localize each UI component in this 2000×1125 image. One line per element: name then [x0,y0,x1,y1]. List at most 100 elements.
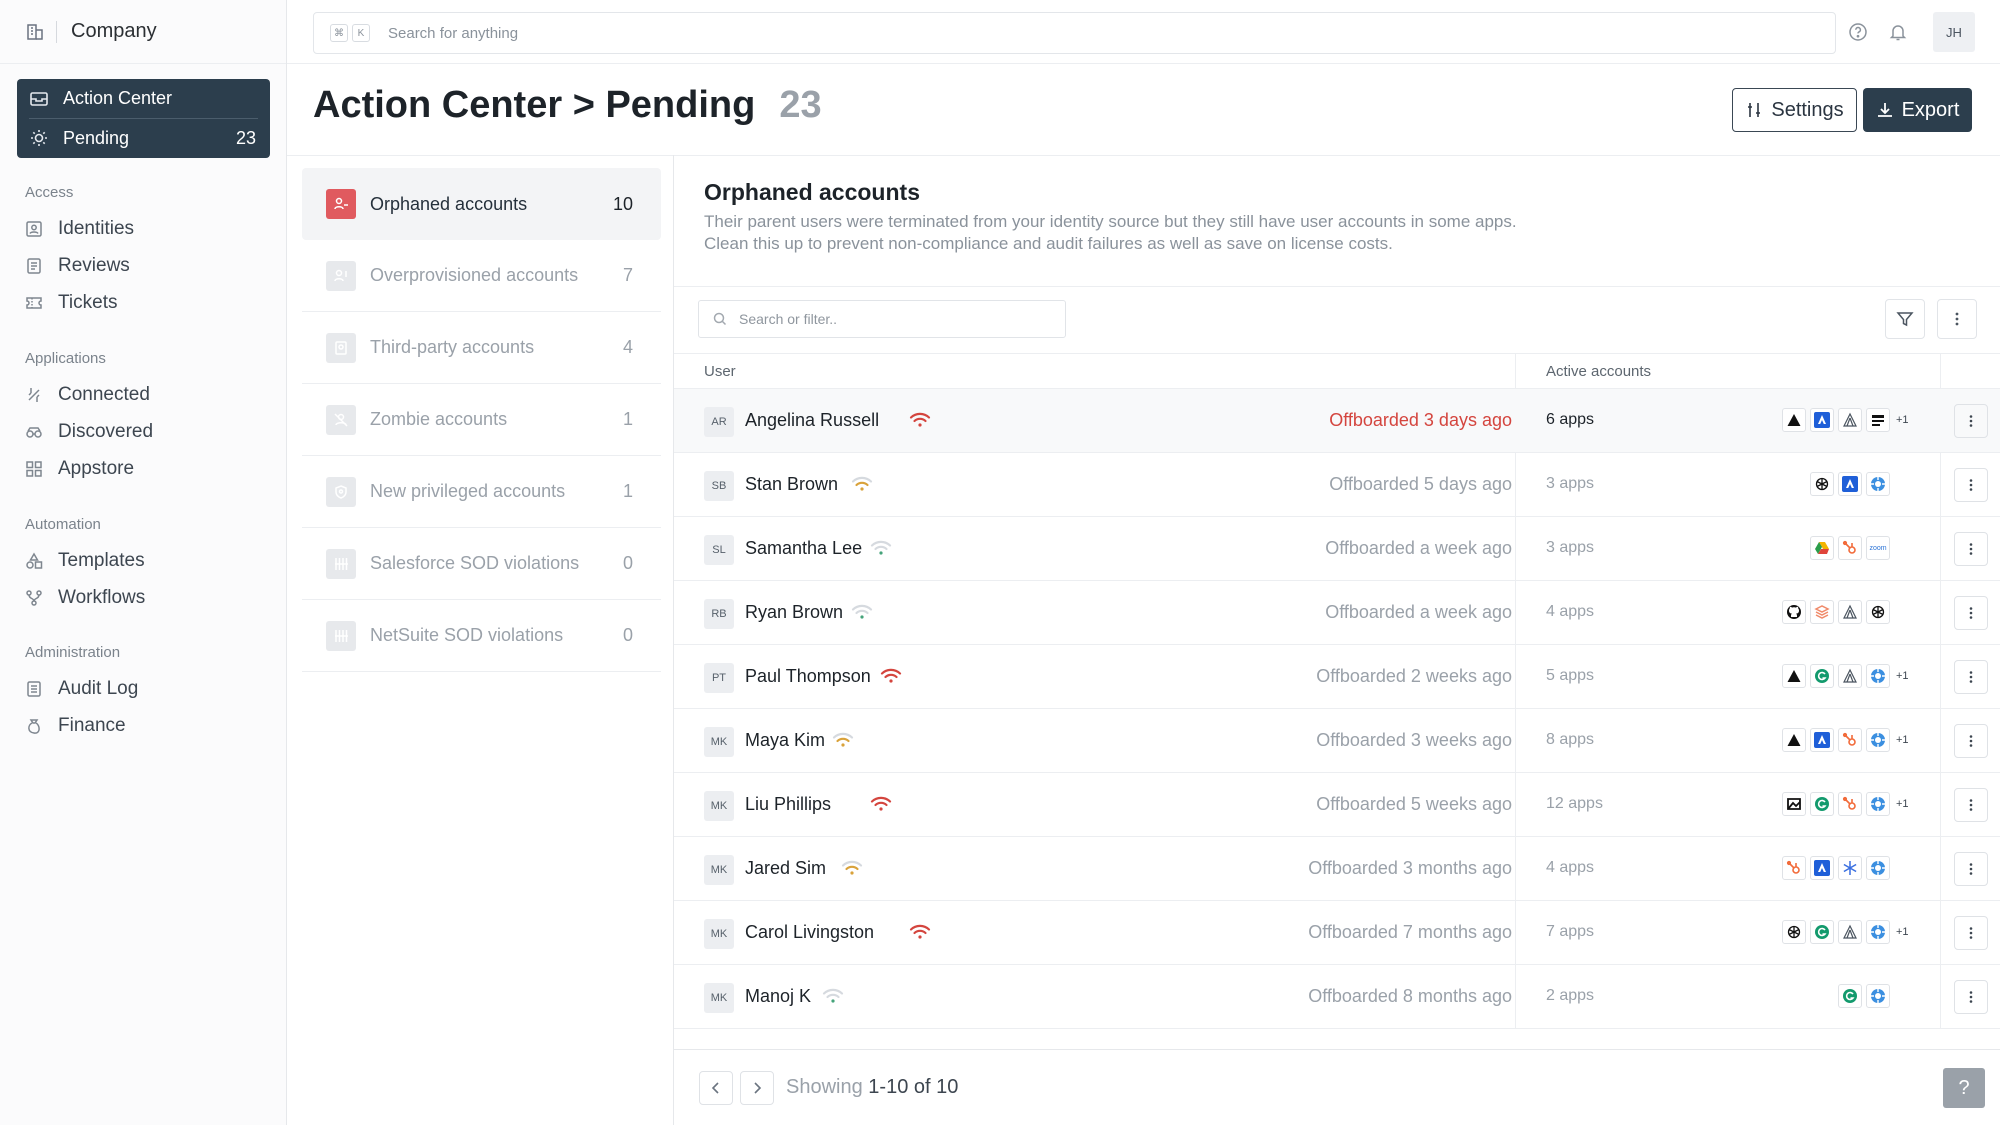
nav-section-applications: Applications [25,350,106,367]
atlassian-logo-icon [1810,728,1834,752]
app-logos: zoom [1806,536,1912,560]
nav-item-identities[interactable]: Identities [25,214,134,244]
user-avatar[interactable]: JH [1933,12,1975,52]
category-zombie-accounts[interactable]: Zombie accounts 1 [302,384,661,456]
nav-pending[interactable]: Pending 23 [29,118,258,157]
filter-button[interactable] [1885,299,1925,339]
signal-strength-icon [832,731,854,749]
user-name[interactable]: Liu Phillips [745,794,831,815]
openai-logo-icon [1810,472,1834,496]
category-netsuite-sod-violations[interactable]: NetSuite SOD violations 0 [302,600,661,672]
signal-strength-icon [909,923,931,941]
nav-item-workflows[interactable]: Workflows [25,583,145,613]
shapes-icon [26,552,43,569]
table-row[interactable]: AR Angelina Russell Offboarded 3 days ago 6… [674,389,2000,453]
row-actions-button[interactable] [1954,468,1988,502]
user-initials: SB [704,471,734,501]
user-name[interactable]: Paul Thompson [745,666,871,687]
next-page-button[interactable] [740,1071,774,1105]
user-name[interactable]: Samantha Lee [745,538,862,559]
nav-item-appstore[interactable]: Appstore [25,454,134,484]
table-row[interactable]: MK Manoj K Offboarded 8 months ago 2 apps [674,965,2000,1029]
header-divider [287,155,2000,156]
filter-input-placeholder: Search or filter.. [739,311,838,327]
signal-strength-icon [909,411,931,429]
row-actions-button[interactable] [1954,596,1988,630]
nav-item-label: Tickets [58,292,118,313]
bell-icon[interactable] [1888,22,1908,42]
grammarly-logo-icon [1810,664,1834,688]
table-row[interactable]: MK Jared Sim Offboarded 3 months ago 4 apps [674,837,2000,901]
orphaned-user-icon [326,189,356,219]
help-button[interactable]: ? [1943,1068,1985,1108]
table-row[interactable]: RB Ryan Brown Offboarded a week ago 4 apps [674,581,2000,645]
offboarded-status: Offboarded a week ago [1325,602,1512,622]
row-actions-button[interactable] [1954,404,1988,438]
category-new-privileged-accounts[interactable]: New privileged accounts 1 [302,456,661,528]
table-row[interactable]: SB Stan Brown Offboarded 5 days ago 3 apps [674,453,2000,517]
category-third-party-accounts[interactable]: Third-party accounts 4 [302,312,661,384]
user-name[interactable]: Angelina Russell [745,410,879,431]
user-name[interactable]: Jared Sim [745,858,826,879]
more-apps-count: +1 [1896,670,1909,682]
offboarded-status: Offboarded 7 months ago [1308,922,1512,942]
category-salesforce-sod-violations[interactable]: Salesforce SOD violations 0 [302,528,661,600]
table-row[interactable]: SL Samantha Lee Offboarded a week ago 3 app… [674,517,2000,581]
nav-section-access: Access [25,184,74,201]
nav-action-center[interactable]: Action Center [29,79,258,118]
offboarded-status: Offboarded 2 weeks ago [1316,666,1512,686]
jira-logo-icon [1866,728,1890,752]
nav-item-tickets[interactable]: Tickets [25,288,117,318]
nav-item-label: Workflows [58,587,146,608]
global-search[interactable]: ⌘ K Search for anything [313,12,1836,54]
export-button[interactable]: Export [1863,88,1972,132]
more-options-button[interactable] [1937,299,1977,339]
nav-section-automation: Automation [25,516,101,533]
category-overprovisioned-accounts[interactable]: Overprovisioned accounts 7 [302,240,661,312]
filter-input[interactable]: Search or filter.. [698,300,1066,338]
user-initials: MK [704,727,734,757]
nav-item-connected[interactable]: Connected [25,380,150,410]
user-name[interactable]: Carol Livingston [745,922,874,943]
prev-page-button[interactable] [699,1071,733,1105]
row-actions-button[interactable] [1954,724,1988,758]
app-logos: +1 [1778,408,1912,432]
category-orphaned-accounts[interactable]: Orphaned accounts 10 [302,168,661,240]
table-row[interactable]: MK Maya Kim Offboarded 3 weeks ago 8 apps +1 [674,709,2000,773]
nav-item-reviews[interactable]: Reviews [25,251,130,281]
more-vertical-icon [1969,671,1973,683]
user-name[interactable]: Ryan Brown [745,602,843,623]
page-title: Action Center > Pending 23 [313,84,822,127]
nav-pending-label: Pending [63,127,130,148]
nav-item-templates[interactable]: Templates [25,546,145,576]
row-actions-button[interactable] [1954,532,1988,566]
topbar: ⌘ K Search for anything JH [287,0,2000,64]
row-actions-button[interactable] [1954,788,1988,822]
user-name[interactable]: Maya Kim [745,730,825,751]
app-logos [1834,984,1912,1008]
row-actions-button[interactable] [1954,916,1988,950]
nav-item-label: Discovered [58,421,154,442]
brand[interactable]: Company [0,0,286,64]
nav-item-discovered[interactable]: Discovered [25,417,153,447]
more-apps-count: +1 [1896,926,1909,938]
nav-item-finance[interactable]: Finance [25,711,126,741]
vercel-logo-icon [1782,728,1806,752]
app-logos: +1 [1778,728,1912,752]
settings-button[interactable]: Settings [1732,88,1857,132]
category-label: NetSuite SOD violations [370,625,564,645]
row-actions-button[interactable] [1954,660,1988,694]
brand-divider [56,20,57,43]
offboarded-status: Offboarded 3 months ago [1308,858,1512,878]
nav-item-audit-log[interactable]: Audit Log [25,674,138,704]
table-row[interactable]: PT Paul Thompson Offboarded 2 weeks ago 5 a… [674,645,2000,709]
user-name[interactable]: Manoj K [745,986,811,1007]
table-row[interactable]: MK Liu Phillips Offboarded 5 weeks ago 12 a… [674,773,2000,837]
table-row[interactable]: MK Carol Livingston Offboarded 7 months ag… [674,901,2000,965]
detail-description-line1: Their parent users were terminated from … [704,212,1517,231]
help-circle-icon[interactable] [1848,22,1868,42]
app-logos: +1 [1778,792,1912,816]
row-actions-button[interactable] [1954,852,1988,886]
user-name[interactable]: Stan Brown [745,474,838,495]
row-actions-button[interactable] [1954,980,1988,1014]
